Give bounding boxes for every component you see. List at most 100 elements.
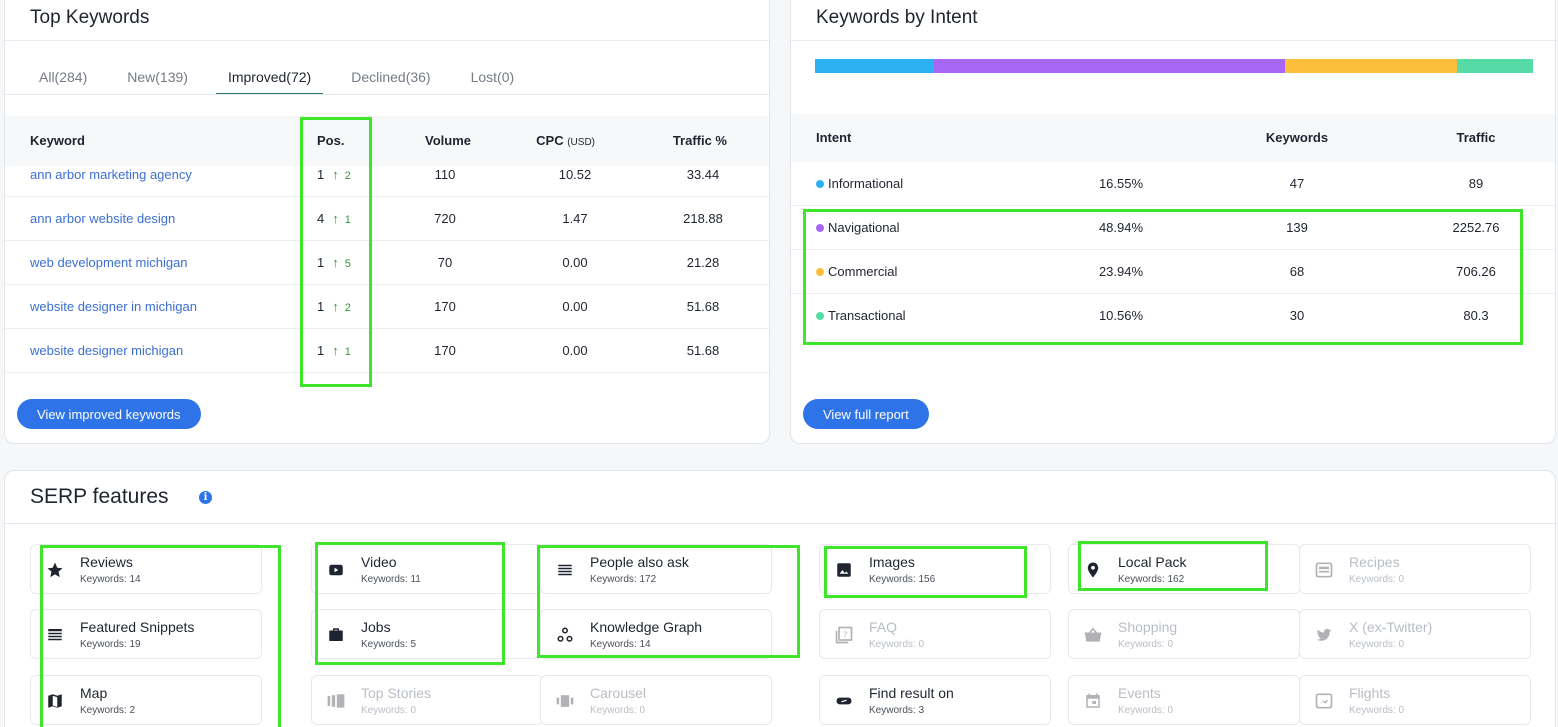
intent-distribution-bar [815, 59, 1533, 73]
intent-traffic: 2252.76 [1452, 220, 1500, 235]
cpc-cell: 10.52 [558, 167, 592, 182]
tab-improved[interactable]: Improved(72) [215, 63, 324, 95]
graph-icon [555, 625, 575, 645]
top-keywords-card: Top Keywords All(284) New(139) Improved(… [4, 0, 770, 444]
faq-icon: ? [834, 625, 854, 645]
serp-feature-count: Keywords: 0 [1118, 705, 1174, 716]
position-value: 1 [317, 299, 325, 314]
volume-cell: 110 [434, 167, 456, 182]
view-improved-keywords-button[interactable]: View improved keywords [17, 399, 201, 429]
serp-feature-x-ex-twitter: X (ex-Twitter) Keywords: 0 [1299, 609, 1531, 659]
serp-feature-count: Keywords: 0 [1349, 705, 1405, 716]
intent-row: Navigational 48.94% 139 2252.76 [791, 206, 1555, 250]
serp-feature-local-pack[interactable]: Local Pack Keywords: 162 [1068, 544, 1300, 594]
serp-feature-shopping: Shopping Keywords: 0 [1068, 609, 1300, 659]
intent-title: Keywords by Intent [816, 7, 978, 28]
serp-feature-name: Find result on [869, 685, 954, 701]
serp-feature-name: Carousel [590, 685, 647, 701]
serp-feature-name: Video [361, 554, 397, 570]
intent-percent: 16.55% [1098, 176, 1144, 191]
tab-all[interactable]: All(284) [27, 63, 99, 95]
recipe-icon [1314, 560, 1334, 580]
intent-bar-segment[interactable] [815, 59, 934, 73]
serp-feature-count: Keywords: 2 [80, 705, 136, 716]
serp-feature-reviews[interactable]: Reviews Keywords: 14 [30, 544, 262, 594]
position-cell: 1 ↑ 5 [317, 241, 351, 286]
cpc-cell: 1.47 [562, 211, 588, 226]
intent-keywords[interactable]: 139 [1261, 206, 1333, 250]
table-row: website designer in michigan 1 ↑ 2 170 0.00 51… [5, 285, 769, 329]
serp-feature-images[interactable]: Images Keywords: 156 [819, 544, 1051, 594]
intent-name-cell: Commercial [816, 250, 897, 294]
cpc-cell: 0.00 [562, 343, 588, 358]
intent-bar-segment[interactable] [1457, 59, 1533, 73]
keyword-link[interactable]: ann arbor website design [30, 197, 175, 241]
serp-feature-featured-snippets[interactable]: Featured Snippets Keywords: 19 [30, 609, 262, 659]
position-change: 2 [344, 170, 351, 182]
serp-feature-events: Events Keywords: 0 [1068, 675, 1300, 725]
serp-feature-find-result-on[interactable]: Find result on Keywords: 3 [819, 675, 1051, 725]
video-icon [326, 560, 346, 580]
bird-icon [1314, 625, 1334, 645]
intent-row: Informational 16.55% 47 89 [791, 162, 1555, 206]
intent-bar-segment[interactable] [933, 59, 1286, 73]
arrow-up-icon: ↑ [332, 211, 339, 226]
serp-features-card: SERP features i Reviews Keywords: 14 Video… [4, 470, 1556, 727]
serp-feature-name: Local Pack [1118, 554, 1187, 570]
intent-keywords[interactable]: 30 [1261, 294, 1333, 338]
serp-feature-recipes: Recipes Keywords: 0 [1299, 544, 1531, 594]
calendar-icon [1083, 691, 1103, 711]
serp-feature-knowledge-graph[interactable]: Knowledge Graph Keywords: 14 [540, 609, 772, 659]
intent-dot-icon [816, 268, 824, 276]
position-change: 1 [344, 346, 351, 358]
serp-feature-name: Events [1118, 685, 1161, 701]
serp-feature-count: Keywords: 0 [590, 705, 646, 716]
tab-lost[interactable]: Lost(0) [459, 63, 527, 95]
serp-feature-count: Keywords: 0 [1118, 639, 1174, 650]
serp-feature-count: Keywords: 14 [590, 639, 651, 650]
carousel-icon [555, 691, 575, 711]
intent-dot-icon [816, 312, 824, 320]
intent-name: Navigational [828, 220, 900, 235]
view-full-report-button[interactable]: View full report [803, 399, 929, 429]
serp-feature-jobs[interactable]: Jobs Keywords: 5 [311, 609, 543, 659]
intent-bar-segment[interactable] [1285, 59, 1458, 73]
serp-feature-map[interactable]: Map Keywords: 2 [30, 675, 262, 725]
intent-card: Keywords by Intent Intent Keywords Traff… [790, 0, 1556, 444]
intent-percent: 48.94% [1098, 220, 1144, 235]
keyword-link[interactable]: website designer in michigan [30, 285, 197, 329]
intent-keywords[interactable]: 68 [1261, 250, 1333, 294]
intent-row: Commercial 23.94% 68 706.26 [791, 250, 1555, 294]
position-value: 4 [317, 211, 325, 226]
position-value: 1 [317, 167, 325, 182]
col-keywords: Keywords [1265, 130, 1329, 145]
serp-feature-name: Top Stories [361, 685, 432, 701]
divider [5, 94, 769, 95]
intent-percent: 10.56% [1098, 308, 1144, 323]
serp-feature-top-stories: Top Stories Keywords: 0 [311, 675, 543, 725]
serp-feature-video[interactable]: Video Keywords: 11 [311, 544, 543, 594]
col-traffic: Traffic [1456, 130, 1496, 145]
intent-name: Informational [828, 176, 904, 191]
serp-feature-people-also-ask[interactable]: People also ask Keywords: 172 [540, 544, 772, 594]
table-row: website designer michigan 1 ↑ 1 170 0.00 51.68 [5, 329, 769, 373]
tab-declined[interactable]: Declined(36) [339, 63, 442, 95]
map-icon [45, 691, 65, 711]
col-cpc-unit: (USD) [567, 137, 595, 148]
info-icon[interactable]: i [199, 491, 212, 504]
serp-feature-count: Keywords: 0 [361, 705, 417, 716]
intent-table-header: Intent Keywords Traffic [791, 114, 1555, 162]
table-row: ann arbor marketing agency 1 ↑ 2 110 10.52 33.… [5, 153, 769, 197]
intent-row: Transactional 10.56% 30 80.3 [791, 294, 1555, 338]
intent-traffic: 80.3 [1463, 308, 1489, 323]
top-keywords-title: Top Keywords [30, 7, 150, 28]
keyword-link[interactable]: website designer michigan [30, 329, 183, 373]
serp-feature-count: Keywords: 172 [590, 574, 657, 585]
tab-new[interactable]: New(139) [115, 63, 200, 95]
position-value: 1 [317, 255, 325, 270]
keyword-link[interactable]: web development michigan [30, 241, 188, 285]
keyword-link[interactable]: ann arbor marketing agency [30, 153, 192, 197]
table-row: ann arbor website design 4 ↑ 1 720 1.47 218.88 [5, 197, 769, 241]
intent-keywords[interactable]: 47 [1261, 162, 1333, 206]
volume-cell: 170 [434, 343, 456, 358]
